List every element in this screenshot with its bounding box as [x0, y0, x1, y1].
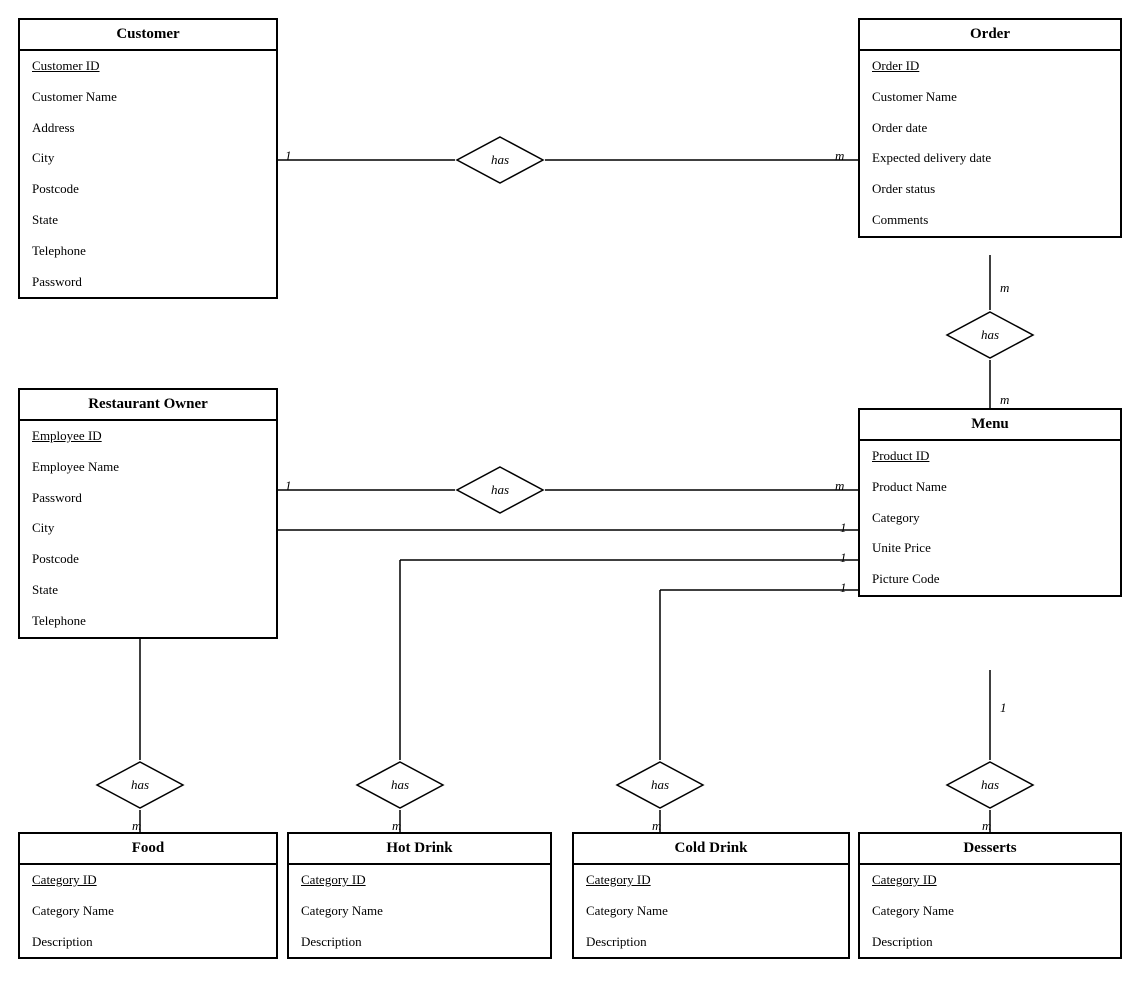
owner-attr-state: State: [20, 575, 276, 606]
card-colddrink-m: m: [652, 818, 661, 834]
card-menu-colddrink-1: 1: [840, 580, 847, 596]
menu-attr-picture: Picture Code: [860, 564, 1120, 595]
card-desserts-m: m: [982, 818, 991, 834]
diamond-customer-order: has: [455, 135, 545, 185]
diamond-owner-menu-label: has: [491, 482, 509, 498]
order-attr-delivery: Expected delivery date: [860, 143, 1120, 174]
entity-order-title: Order: [860, 20, 1120, 51]
hotdrink-attr-id: Category ID: [289, 865, 550, 896]
order-attr-comments: Comments: [860, 205, 1120, 236]
card-order-m: m: [835, 148, 844, 164]
card-hotdrink-m: m: [392, 818, 401, 834]
customer-attr-address: Address: [20, 113, 276, 144]
card-menu-m: m: [835, 478, 844, 494]
owner-attr-city: City: [20, 513, 276, 544]
menu-attr-category: Category: [860, 503, 1120, 534]
card-menu-hotdrink-1: 1: [840, 550, 847, 566]
entity-food-title: Food: [20, 834, 276, 865]
hotdrink-attr-name: Category Name: [289, 896, 550, 927]
entity-menu-title: Menu: [860, 410, 1120, 441]
er-diagram: Customer Customer ID Customer Name Addre…: [0, 0, 1140, 1006]
entity-order: Order Order ID Customer Name Order date …: [858, 18, 1122, 238]
entity-colddrink-title: Cold Drink: [574, 834, 848, 865]
customer-attr-state: State: [20, 205, 276, 236]
card-menu-desserts-1: 1: [1000, 700, 1007, 716]
customer-attr-password: Password: [20, 267, 276, 298]
diamond-hotdrink-label: has: [391, 777, 409, 793]
entity-restaurant-owner: Restaurant Owner Employee ID Employee Na…: [18, 388, 278, 639]
customer-attr-telephone: Telephone: [20, 236, 276, 267]
customer-attr-postcode: Postcode: [20, 174, 276, 205]
diamond-colddrink-label: has: [651, 777, 669, 793]
diamond-food-label: has: [131, 777, 149, 793]
food-attr-desc: Description: [20, 927, 276, 958]
customer-attr-name: Customer Name: [20, 82, 276, 113]
entity-customer: Customer Customer ID Customer Name Addre…: [18, 18, 278, 299]
entity-owner-title: Restaurant Owner: [20, 390, 276, 421]
colddrink-attr-desc: Description: [574, 927, 848, 958]
diamond-desserts: has: [945, 760, 1035, 810]
diamond-owner-menu: has: [455, 465, 545, 515]
diamond-food: has: [95, 760, 185, 810]
desserts-attr-name: Category Name: [860, 896, 1120, 927]
hotdrink-attr-desc: Description: [289, 927, 550, 958]
order-attr-date: Order date: [860, 113, 1120, 144]
card-menu-has-m2: m: [1000, 392, 1009, 408]
diamond-hotdrink: has: [355, 760, 445, 810]
owner-attr-name: Employee Name: [20, 452, 276, 483]
entity-desserts: Desserts Category ID Category Name Descr…: [858, 832, 1122, 959]
card-owner-1: 1: [285, 478, 292, 494]
owner-attr-telephone: Telephone: [20, 606, 276, 637]
card-food-m: m: [132, 818, 141, 834]
entity-customer-title: Customer: [20, 20, 276, 51]
card-customer-1: 1: [285, 148, 292, 164]
entity-food: Food Category ID Category Name Descripti…: [18, 832, 278, 959]
entity-desserts-title: Desserts: [860, 834, 1120, 865]
customer-attr-city: City: [20, 143, 276, 174]
food-attr-id: Category ID: [20, 865, 276, 896]
menu-attr-price: Unite Price: [860, 533, 1120, 564]
desserts-attr-desc: Description: [860, 927, 1120, 958]
owner-attr-password: Password: [20, 483, 276, 514]
card-order-has-m1: m: [1000, 280, 1009, 296]
diamond-order-menu-label: has: [981, 327, 999, 343]
diamond-customer-order-label: has: [491, 152, 509, 168]
food-attr-name: Category Name: [20, 896, 276, 927]
diamond-order-menu: has: [945, 310, 1035, 360]
menu-attr-id: Product ID: [860, 441, 1120, 472]
menu-attr-name: Product Name: [860, 472, 1120, 503]
order-attr-status: Order status: [860, 174, 1120, 205]
owner-attr-postcode: Postcode: [20, 544, 276, 575]
diamond-colddrink: has: [615, 760, 705, 810]
order-attr-id: Order ID: [860, 51, 1120, 82]
desserts-attr-id: Category ID: [860, 865, 1120, 896]
customer-attr-id: Customer ID: [20, 51, 276, 82]
entity-menu: Menu Product ID Product Name Category Un…: [858, 408, 1122, 597]
diamond-desserts-label: has: [981, 777, 999, 793]
owner-attr-id: Employee ID: [20, 421, 276, 452]
entity-cold-drink: Cold Drink Category ID Category Name Des…: [572, 832, 850, 959]
entity-hot-drink: Hot Drink Category ID Category Name Desc…: [287, 832, 552, 959]
card-menu-food-1: 1: [840, 520, 847, 536]
colddrink-attr-id: Category ID: [574, 865, 848, 896]
entity-hotdrink-title: Hot Drink: [289, 834, 550, 865]
colddrink-attr-name: Category Name: [574, 896, 848, 927]
order-attr-custname: Customer Name: [860, 82, 1120, 113]
